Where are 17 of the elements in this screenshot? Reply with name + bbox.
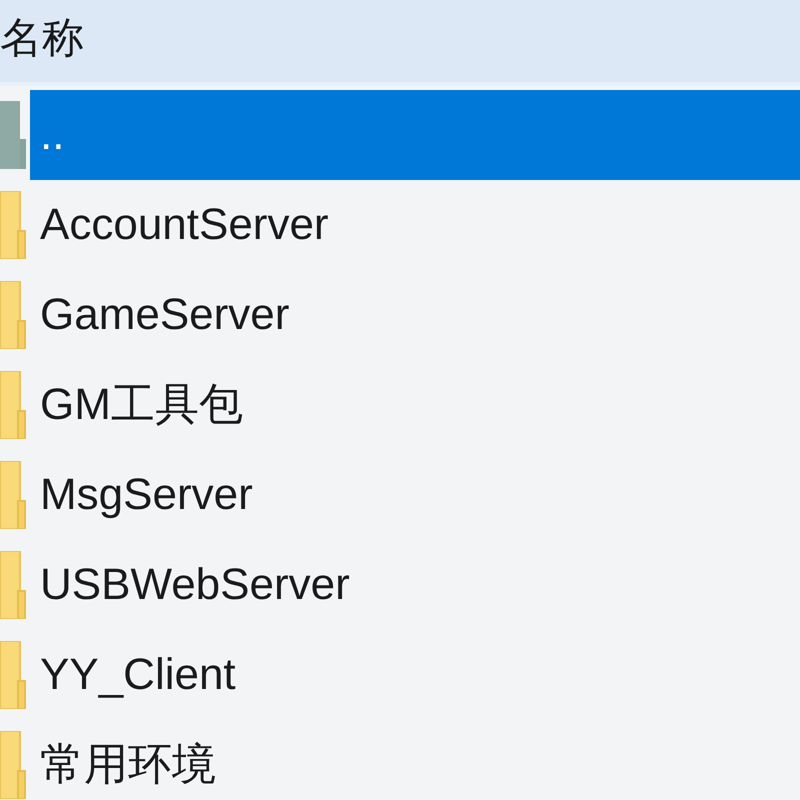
file-list-item[interactable]: GameServer xyxy=(30,270,800,360)
folder-icon xyxy=(0,461,26,529)
folder-icon xyxy=(0,641,26,709)
file-list-item[interactable]: YY_Client xyxy=(30,630,800,720)
folder-icon xyxy=(0,551,26,619)
name-column-header[interactable]: 名称 xyxy=(0,0,800,86)
file-list-item[interactable]: 常用环境 xyxy=(30,720,800,800)
folder-up-icon xyxy=(0,101,26,169)
folder-icon xyxy=(0,731,26,799)
file-list-item[interactable]: USBWebServer xyxy=(30,540,800,630)
file-list-item[interactable]: .. xyxy=(30,90,800,180)
file-list-item[interactable]: AccountServer xyxy=(30,180,800,270)
file-list-item[interactable]: MsgServer xyxy=(30,450,800,540)
folder-icon xyxy=(0,371,26,439)
folder-icon xyxy=(0,191,26,259)
folder-icon xyxy=(0,281,26,349)
file-list-item[interactable]: GM工具包 xyxy=(30,360,800,450)
